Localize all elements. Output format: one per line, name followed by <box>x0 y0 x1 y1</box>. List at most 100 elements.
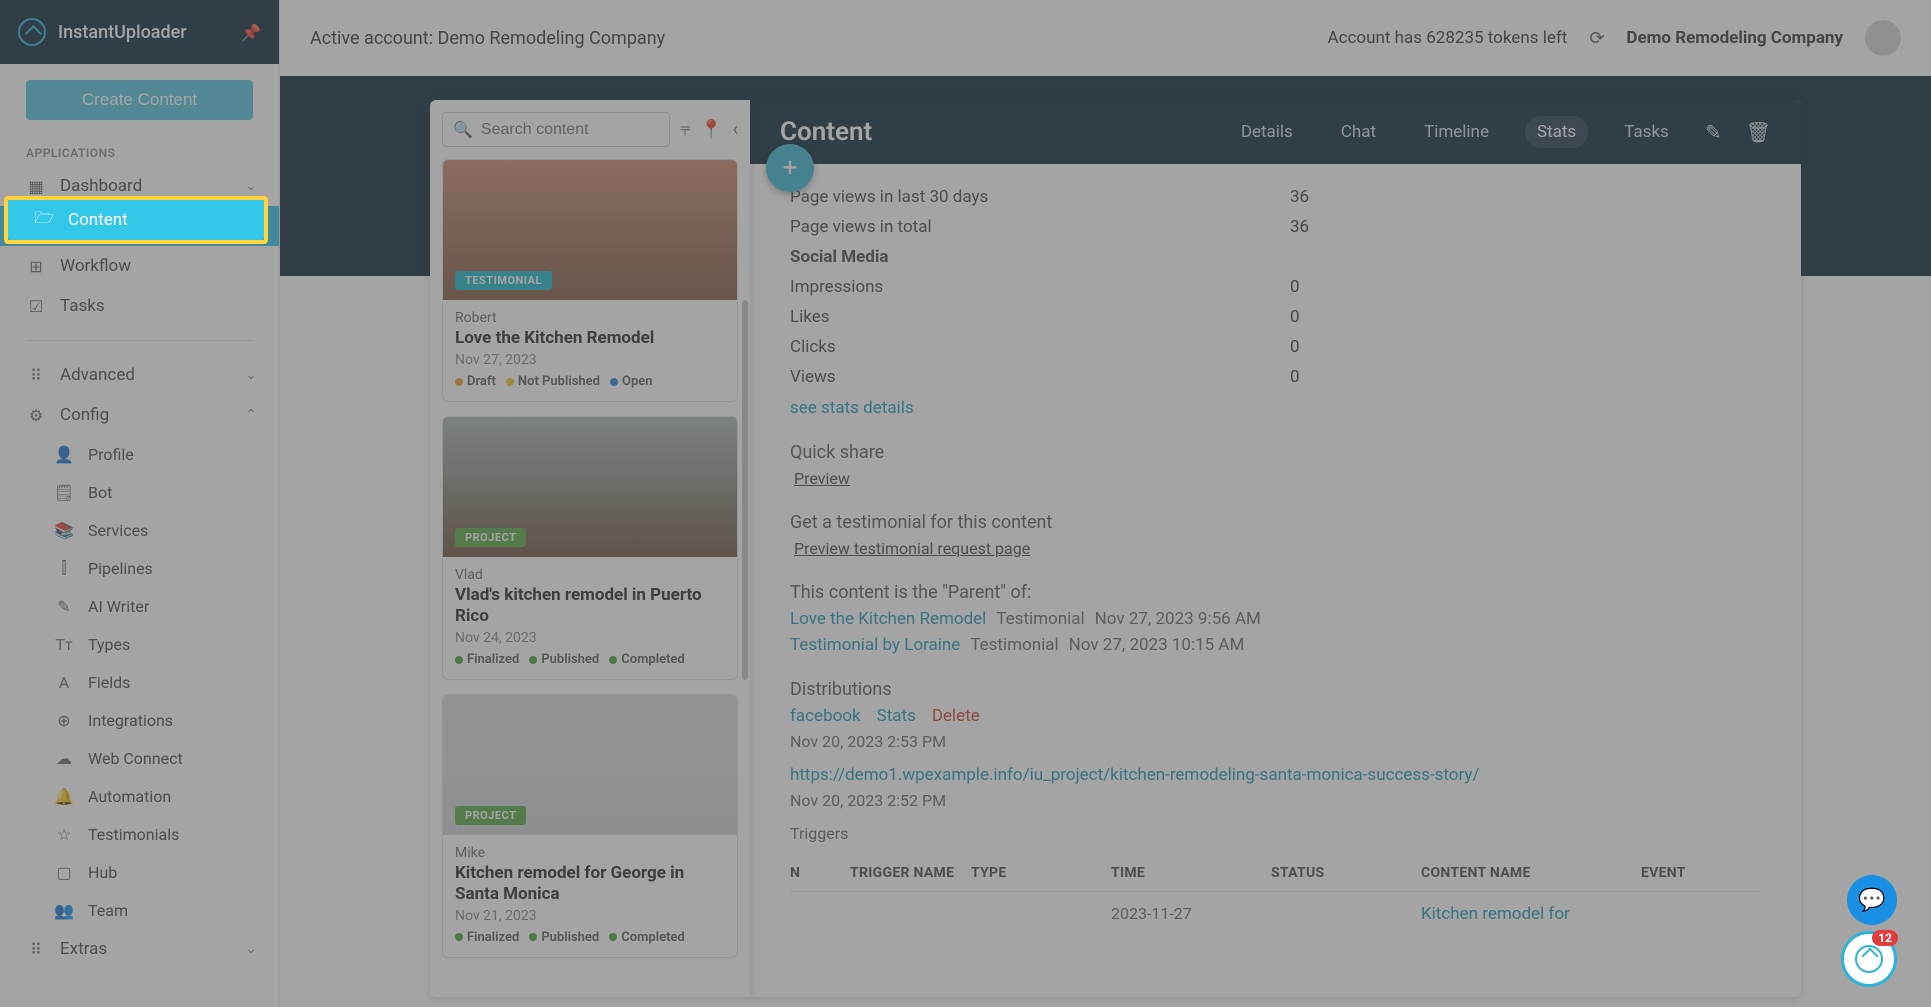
chevron-up-icon: ⌃ <box>245 407 257 423</box>
card-date: Nov 27, 2023 <box>455 352 725 368</box>
preview-testimonial-link[interactable]: Preview testimonial request page <box>794 539 1761 558</box>
sidebar-item-testimonials[interactable]: ☆Testimonials <box>0 815 279 853</box>
sidebar-item-pipelines[interactable]: ⫿Pipelines <box>0 549 279 587</box>
card-date: Nov 24, 2023 <box>455 630 725 646</box>
testimonial-heading: Get a testimonial for this content <box>790 512 1761 533</box>
card-image: PROJECT <box>443 695 737 835</box>
nav-icon: ☆ <box>54 824 74 844</box>
nav-icon: 📚 <box>54 520 74 540</box>
card-list[interactable]: TESTIMONIALRobertLove the Kitchen Remode… <box>430 159 750 997</box>
active-account-label: Active account: Demo Remodeling Company <box>310 28 665 49</box>
create-content-button[interactable]: Create Content <box>26 80 253 120</box>
detail-body: Page views in last 30 days36Page views i… <box>750 164 1801 997</box>
dist-date: Nov 20, 2023 2:52 PM <box>790 791 1761 810</box>
sidebar-item-bot[interactable]: 🗒Bot <box>0 473 279 511</box>
search-box[interactable]: 🔍 <box>442 112 670 147</box>
folder-icon: 🗁 <box>34 210 54 230</box>
tab-stats[interactable]: Stats <box>1525 116 1588 148</box>
scrollbar[interactable] <box>742 300 748 680</box>
tab-tasks[interactable]: Tasks <box>1612 116 1681 148</box>
status-row: FinalizedPublishedCompleted <box>455 652 725 667</box>
filter-icon[interactable]: ⫧ <box>680 119 690 140</box>
card-author: Robert <box>455 310 725 326</box>
distributions-heading: Distributions <box>790 679 1761 700</box>
detail-tabs: Details Chat Timeline Stats Tasks <box>1229 116 1681 148</box>
stats-row: Views0 <box>790 362 1350 392</box>
topbar: Active account: Demo Remodeling Company … <box>280 0 1931 76</box>
grid-icon: ⠿ <box>26 365 46 385</box>
nav-icon: ⫿ <box>54 558 74 578</box>
grid-icon: ⠿ <box>26 939 46 959</box>
sidebar-item-ai-writer[interactable]: ✎AI Writer <box>0 587 279 625</box>
avatar[interactable] <box>1865 20 1901 56</box>
sidebar-item-content-highlighted[interactable]: 🗁 Content <box>8 200 264 240</box>
chat-widget-button[interactable]: 💬 <box>1847 875 1897 925</box>
card-title: Love the Kitchen Remodel <box>455 328 725 348</box>
help-badge: 12 <box>1872 930 1898 946</box>
sidebar-item-workflow[interactable]: ⊞Workflow <box>0 246 279 286</box>
nav-icon: ▢ <box>54 862 74 882</box>
child-link[interactable]: Testimonial by Loraine <box>790 635 960 655</box>
tab-chat[interactable]: Chat <box>1329 116 1388 148</box>
edit-icon[interactable]: ✎ <box>1705 120 1722 144</box>
sidebar-item-extras[interactable]: ⠿ Extras ⌄ <box>0 929 279 969</box>
distribution-row: facebook Stats Delete <box>790 706 1761 726</box>
list-toolbar: 🔍 ⫧ 📍 ‹ <box>430 100 750 159</box>
sidebar-header: InstantUploader 📌 <box>0 0 279 64</box>
preview-link[interactable]: Preview <box>794 469 1761 488</box>
sidebar-item-team[interactable]: 👥Team <box>0 891 279 929</box>
nav-icon: ▦ <box>26 176 46 196</box>
stats-table: Page views in last 30 days36Page views i… <box>790 182 1350 392</box>
card-title: Vlad's kitchen remodel in Puerto Rico <box>455 585 725 626</box>
sidebar-item-integrations[interactable]: ⊕Integrations <box>0 701 279 739</box>
trigger-row[interactable]: 2023-11-27 Kitchen remodel for <box>790 892 1761 936</box>
logo-icon <box>18 18 46 46</box>
help-widget-button[interactable]: 12 <box>1841 931 1897 987</box>
search-input[interactable] <box>481 121 659 139</box>
content-card[interactable]: PROJECT Vlad Vlad's kitchen remodel in Pue… <box>442 416 738 680</box>
see-stats-link[interactable]: see stats details <box>790 398 1761 418</box>
content-card[interactable]: PROJECTMikeKitchen remodel for George in… <box>442 694 738 958</box>
add-content-fab[interactable]: + <box>766 144 814 192</box>
sidebar-item-profile[interactable]: 👤Profile <box>0 435 279 473</box>
dist-delete-link[interactable]: Delete <box>932 706 980 726</box>
company-name[interactable]: Demo Remodeling Company <box>1626 28 1843 48</box>
nav-icon: Tт <box>54 634 74 654</box>
tab-timeline[interactable]: Timeline <box>1412 116 1501 148</box>
sidebar-item-services[interactable]: 📚Services <box>0 511 279 549</box>
collapse-icon[interactable]: ‹ <box>733 119 738 140</box>
facebook-link[interactable]: facebook <box>790 706 861 726</box>
nav-icon: A <box>54 672 74 692</box>
dist-stats-link[interactable]: Stats <box>877 706 916 726</box>
sidebar-item-config[interactable]: ⚙ Config ⌃ <box>0 395 279 435</box>
content-list-panel: 🔍 ⫧ 📍 ‹ TESTIMONIALRobertLove the Kitche… <box>430 100 750 997</box>
dist-url-link[interactable]: https://demo1.wpexample.info/iu_project/… <box>790 765 1761 785</box>
divider <box>26 340 253 341</box>
sidebar-item-fields[interactable]: AFields <box>0 663 279 701</box>
card-author: Vlad <box>455 567 725 583</box>
card-badge: PROJECT <box>455 528 526 547</box>
child-content-row: Love the Kitchen RemodelTestimonialNov 2… <box>790 609 1761 629</box>
sidebar-item-hub[interactable]: ▢Hub <box>0 853 279 891</box>
stats-row: Clicks0 <box>790 332 1350 362</box>
pin-icon[interactable]: 📌 <box>241 23 261 42</box>
brand-name: InstantUploader <box>58 22 187 43</box>
search-icon: 🔍 <box>453 120 473 139</box>
nav-icon: 👤 <box>54 444 74 464</box>
location-icon[interactable]: 📍 <box>700 119 722 140</box>
highlighted-nav-wrapper: 🗁 Content <box>8 200 264 240</box>
tab-details[interactable]: Details <box>1229 116 1305 148</box>
sidebar-item-types[interactable]: TтTypes <box>0 625 279 663</box>
sidebar: InstantUploader 📌 Create Content APPLICA… <box>0 0 280 1007</box>
nav-icon: 🔔 <box>54 786 74 806</box>
child-link[interactable]: Love the Kitchen Remodel <box>790 609 986 629</box>
triggers-heading: Triggers <box>790 824 1761 843</box>
sidebar-item-web-connect[interactable]: ☁Web Connect <box>0 739 279 777</box>
content-card[interactable]: TESTIMONIALRobertLove the Kitchen Remode… <box>442 159 738 402</box>
sidebar-item-advanced[interactable]: ⠿ Advanced ⌄ <box>0 355 279 395</box>
refresh-icon[interactable]: ⟳ <box>1589 28 1604 49</box>
delete-icon[interactable]: 🗑 <box>1746 120 1771 144</box>
sidebar-item-automation[interactable]: 🔔Automation <box>0 777 279 815</box>
card-image: PROJECT <box>443 417 737 557</box>
sidebar-item-tasks[interactable]: ☑Tasks <box>0 286 279 326</box>
